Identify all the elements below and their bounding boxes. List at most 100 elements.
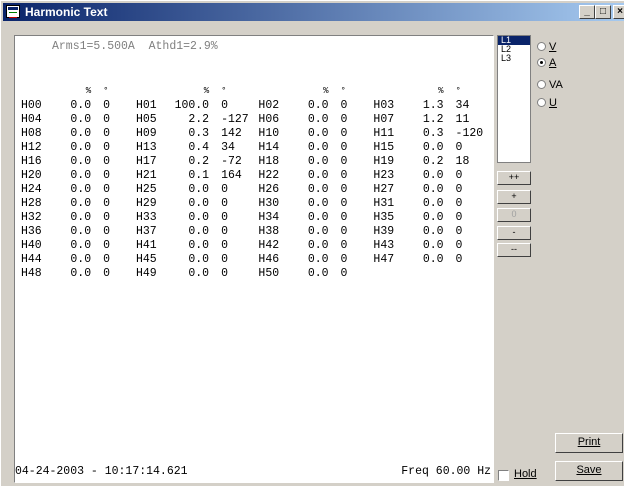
- harmonic-order: H31: [373, 196, 395, 210]
- harmonic-percent: 0.0: [188, 238, 210, 252]
- zoom-in-fast-button[interactable]: ++: [497, 171, 531, 185]
- radio-button[interactable]: [537, 80, 546, 89]
- zoom-in-button[interactable]: +: [497, 190, 531, 204]
- harmonic-percent: 0.0: [70, 112, 92, 126]
- harmonic-order: H17: [136, 154, 157, 168]
- hold-checkbox[interactable]: [498, 470, 509, 481]
- harmonic-phase: 0: [455, 238, 463, 252]
- harmonic-order: H44: [21, 252, 42, 266]
- harmonic-percent: 0.0: [307, 182, 329, 196]
- harmonic-percent: 0.0: [307, 252, 329, 266]
- timestamp: 04-24-2003 - 10:17:14.621: [15, 465, 188, 478]
- harmonic-phase: 0: [455, 252, 463, 266]
- harmonic-order: H15: [373, 140, 395, 154]
- zoom-out-button[interactable]: -: [497, 226, 531, 240]
- harmonic-percent: 0.0: [70, 224, 92, 238]
- harmonic-percent: 0.0: [70, 252, 92, 266]
- harmonic-order: H03: [373, 98, 395, 112]
- harmonic-percent: 0.0: [307, 126, 329, 140]
- harmonic-order: H09: [136, 126, 157, 140]
- harmonic-percent: 0.4: [188, 140, 210, 154]
- harmonic-phase: 0: [221, 182, 228, 196]
- harmonic-phase: 0: [103, 252, 111, 266]
- harmonic-percent: 0.0: [70, 266, 92, 280]
- harmonic-order: H04: [21, 112, 42, 126]
- radio-button[interactable]: [537, 98, 546, 107]
- harmonic-order: H00: [21, 98, 42, 112]
- zoom-out-fast-button[interactable]: --: [497, 243, 531, 257]
- harmonic-phase: 0: [103, 154, 111, 168]
- harmonic-percent: 0.0: [70, 98, 92, 112]
- harmonic-percent: 0.0: [422, 182, 444, 196]
- harmonic-text-window: Harmonic Text _ □ × Arms1=5.500A Athd1=2…: [0, 0, 624, 486]
- table-row: H44 0.0 0 H45 0.0 0 H46 0.0 0 H47 0.0 0: [21, 252, 493, 266]
- harmonic-order: H10: [258, 126, 280, 140]
- harmonic-percent: 0.0: [422, 224, 444, 238]
- app-icon[interactable]: [6, 5, 20, 18]
- harmonic-percent: 0.0: [70, 154, 92, 168]
- print-button[interactable]: Print: [555, 433, 623, 453]
- table-row: H00 0.0 0 H01 100.0 0 H02 0.0 0 H03 1.3 34: [21, 98, 493, 112]
- harmonic-phase: 0: [340, 126, 348, 140]
- harmonic-order: H20: [21, 168, 42, 182]
- harmonic-order: H40: [21, 238, 42, 252]
- title-bar[interactable]: Harmonic Text _ □ ×: [3, 3, 624, 21]
- phase-listbox[interactable]: L1 L2 L3: [497, 35, 531, 163]
- column-header: °: [455, 86, 461, 96]
- column-header: [136, 84, 169, 98]
- close-button[interactable]: ×: [613, 5, 624, 19]
- unit-label-v: V: [549, 41, 557, 53]
- harmonic-order: H23: [373, 168, 395, 182]
- window-title: Harmonic Text: [25, 5, 108, 19]
- table-row: H08 0.0 0 H09 0.3 142 H10 0.0 0 H11 0.3 -120: [21, 126, 493, 140]
- unit-label-u: U: [549, 97, 557, 109]
- harmonic-percent: 0.0: [307, 238, 329, 252]
- harmonic-phase: 0: [340, 252, 348, 266]
- table-row: H04 0.0 0 H05 2.2 -127 H06 0.0 0 H07 1.2 11: [21, 112, 493, 126]
- zoom-reset-button[interactable]: 0: [497, 208, 531, 222]
- harmonic-percent: 0.0: [422, 196, 444, 210]
- harmonic-phase: 142: [221, 126, 242, 140]
- column-header: °: [103, 86, 109, 96]
- harmonic-order: H21: [136, 168, 157, 182]
- harmonic-order: H12: [21, 140, 42, 154]
- harmonic-order: H26: [258, 182, 280, 196]
- harmonic-percent: [406, 266, 449, 280]
- harmonic-order: H27: [373, 182, 395, 196]
- harmonic-order: [373, 266, 406, 280]
- column-header: %: [85, 86, 92, 96]
- harmonic-percent: 0.0: [422, 140, 444, 154]
- harmonic-order: H37: [136, 224, 157, 238]
- harmonic-phase: 0: [103, 224, 111, 238]
- harmonic-percent: 0.0: [70, 126, 92, 140]
- harmonic-percent: 0.0: [307, 140, 329, 154]
- table-row: H16 0.0 0 H17 0.2 -72 H18 0.0 0 H19 0.2 18: [21, 154, 493, 168]
- harmonic-phase: 0: [340, 210, 348, 224]
- phase-item-l3[interactable]: L3: [498, 54, 530, 63]
- minimize-button[interactable]: _: [579, 5, 595, 19]
- table-row: H48 0.0 0 H49 0.0 0 H50 0.0 0: [21, 266, 493, 280]
- save-button[interactable]: Save: [555, 461, 623, 481]
- harmonic-phase: 0: [455, 168, 463, 182]
- harmonic-order: H18: [258, 154, 280, 168]
- harmonic-order: H38: [258, 224, 280, 238]
- harmonic-phase: 0: [340, 238, 348, 252]
- harmonic-phase: [450, 266, 493, 280]
- harmonic-phase: 0: [103, 266, 111, 280]
- harmonic-percent: 0.1: [188, 168, 210, 182]
- harmonic-percent: 0.0: [70, 182, 92, 196]
- column-header: °: [340, 86, 346, 96]
- maximize-button[interactable]: □: [595, 5, 611, 19]
- harmonic-phase: 0: [221, 224, 228, 238]
- harmonic-phase: 0: [221, 98, 228, 112]
- harmonic-phase: 0: [340, 182, 348, 196]
- harmonic-phase: 0: [103, 168, 111, 182]
- radio-button[interactable]: [537, 42, 546, 51]
- harmonic-order: H42: [258, 238, 280, 252]
- harmonic-order: H14: [258, 140, 280, 154]
- column-header: %: [438, 86, 444, 96]
- harmonic-order: H16: [21, 154, 42, 168]
- harmonic-phase: 0: [103, 112, 111, 126]
- harmonic-order: H33: [136, 210, 157, 224]
- radio-button-selected[interactable]: [537, 58, 546, 67]
